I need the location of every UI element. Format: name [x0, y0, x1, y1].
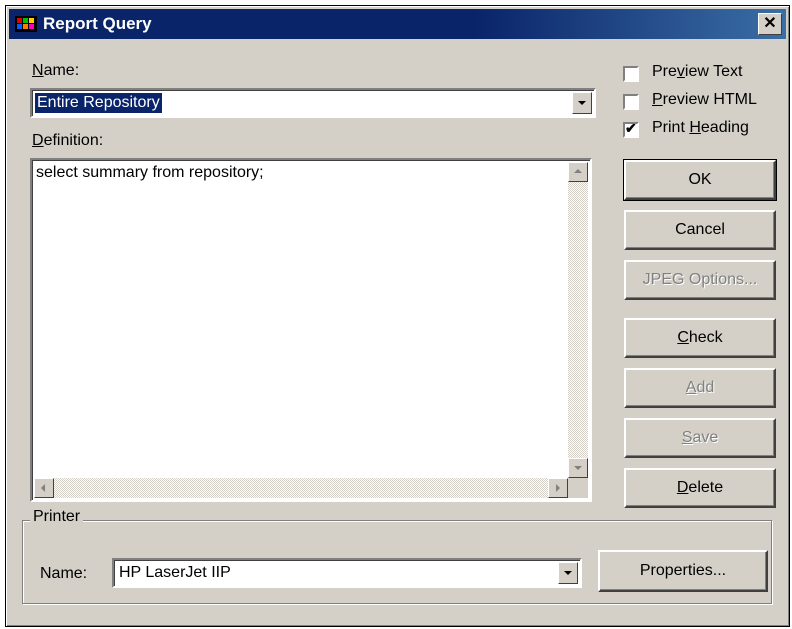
printer-group-label: Printer: [30, 508, 84, 526]
print-heading-checkbox[interactable]: ✔: [623, 120, 639, 138]
query-name-value: Entire Repository: [35, 93, 162, 113]
definition-text: select summary from repository;: [36, 164, 264, 181]
printer-dropdown-button[interactable]: [558, 562, 578, 584]
definition-textarea[interactable]: select summary from repository;: [30, 158, 592, 502]
scroll-right-button[interactable]: [548, 478, 568, 498]
close-icon: ✕: [763, 15, 777, 32]
arrow-left-icon: [41, 484, 45, 492]
save-button[interactable]: Save: [624, 418, 776, 458]
definition-label: Definition:: [32, 132, 104, 149]
scroll-down-button[interactable]: [568, 458, 588, 478]
printer-name-combobox[interactable]: HP LaserJet IIP: [112, 558, 582, 588]
delete-button[interactable]: Delete: [624, 468, 776, 508]
horizontal-scrollbar[interactable]: [34, 478, 568, 498]
jpeg-options-button[interactable]: JPEG Options...: [624, 260, 776, 300]
query-name-dropdown-button[interactable]: [572, 92, 592, 114]
print-heading-label[interactable]: Print Heading: [652, 119, 749, 137]
printer-name-value: HP LaserJet IIP: [119, 564, 231, 581]
arrow-right-icon: [556, 484, 560, 492]
checkmark-icon: ✔: [625, 120, 637, 136]
preview-text-checkbox[interactable]: [623, 66, 639, 82]
scroll-left-button[interactable]: [34, 478, 54, 498]
title-bar[interactable]: Report Query ✕: [9, 9, 786, 39]
vertical-scrollbar[interactable]: [568, 162, 588, 478]
scroll-up-button[interactable]: [568, 162, 588, 182]
chevron-down-icon: [564, 571, 572, 575]
app-icon: [15, 16, 37, 32]
preview-html-checkbox[interactable]: [623, 94, 639, 110]
ok-button[interactable]: OK: [623, 159, 777, 201]
properties-button[interactable]: Properties...: [598, 550, 768, 592]
window-title: Report Query: [43, 14, 152, 33]
preview-text-label[interactable]: Preview Text: [652, 63, 742, 81]
close-button[interactable]: ✕: [758, 13, 782, 35]
query-name-combobox[interactable]: Entire Repository: [30, 88, 596, 118]
arrow-up-icon: [574, 169, 582, 173]
arrow-down-icon: [574, 466, 582, 470]
cancel-button[interactable]: Cancel: [624, 210, 776, 250]
scrollbar-corner: [568, 478, 588, 498]
add-button[interactable]: Add: [624, 368, 776, 408]
check-button[interactable]: Check: [624, 318, 776, 358]
printer-name-label: Name:: [40, 565, 88, 582]
name-label: Name:: [32, 62, 80, 79]
chevron-down-icon: [578, 101, 586, 105]
preview-html-label[interactable]: Preview HTML: [652, 91, 757, 109]
